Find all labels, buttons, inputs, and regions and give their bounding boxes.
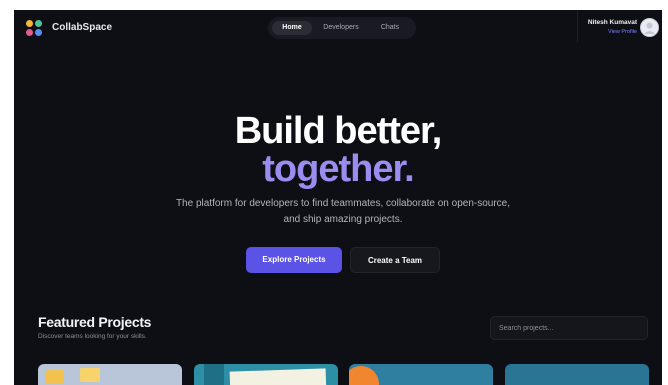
logo-petal-icon bbox=[26, 29, 33, 36]
card-thumbnail bbox=[229, 368, 327, 385]
hero-subtitle-line1: The platform for developers to find team… bbox=[175, 198, 511, 209]
brand-logo-icon[interactable] bbox=[26, 20, 42, 36]
project-card[interactable] bbox=[194, 364, 338, 385]
project-card[interactable] bbox=[349, 364, 493, 385]
app-window: CollabSpace Home Developers Chats Nitesh… bbox=[14, 10, 662, 385]
view-profile-link[interactable]: View Profile bbox=[608, 29, 637, 35]
profile-name: Nitesh Kumavat bbox=[587, 19, 637, 26]
logo-petal-icon bbox=[26, 20, 33, 27]
card-thumbnail bbox=[46, 370, 64, 384]
create-team-button[interactable]: Create a Team bbox=[350, 247, 440, 273]
project-card[interactable] bbox=[38, 364, 182, 385]
nav-chats[interactable]: Chats bbox=[372, 21, 408, 35]
search-projects-input[interactable] bbox=[490, 316, 648, 340]
featured-projects-subtitle: Discover teams looking for your skills. bbox=[38, 333, 147, 340]
nav-developers[interactable]: Developers bbox=[318, 21, 364, 35]
card-thumbnail bbox=[80, 368, 100, 382]
brand-name[interactable]: CollabSpace bbox=[52, 22, 112, 33]
nav-home[interactable]: Home bbox=[272, 21, 312, 35]
explore-projects-button[interactable]: Explore Projects bbox=[246, 247, 342, 273]
card-thumbnail bbox=[204, 364, 224, 385]
hero-title-line2: together. bbox=[262, 148, 414, 190]
card-thumbnail bbox=[349, 366, 379, 385]
avatar[interactable] bbox=[640, 18, 659, 37]
hero-subtitle-line2: and ship amazing projects. bbox=[283, 214, 403, 225]
user-avatar-icon bbox=[644, 22, 655, 34]
logo-petal-icon bbox=[35, 20, 42, 27]
profile-menu[interactable]: Nitesh Kumavat View Profile bbox=[577, 10, 662, 42]
main-nav: Home Developers Chats bbox=[268, 17, 416, 39]
top-navbar: CollabSpace Home Developers Chats Nitesh… bbox=[14, 10, 662, 46]
featured-projects-title: Featured Projects bbox=[38, 314, 152, 330]
logo-petal-icon bbox=[35, 29, 42, 36]
project-card[interactable] bbox=[505, 364, 649, 385]
